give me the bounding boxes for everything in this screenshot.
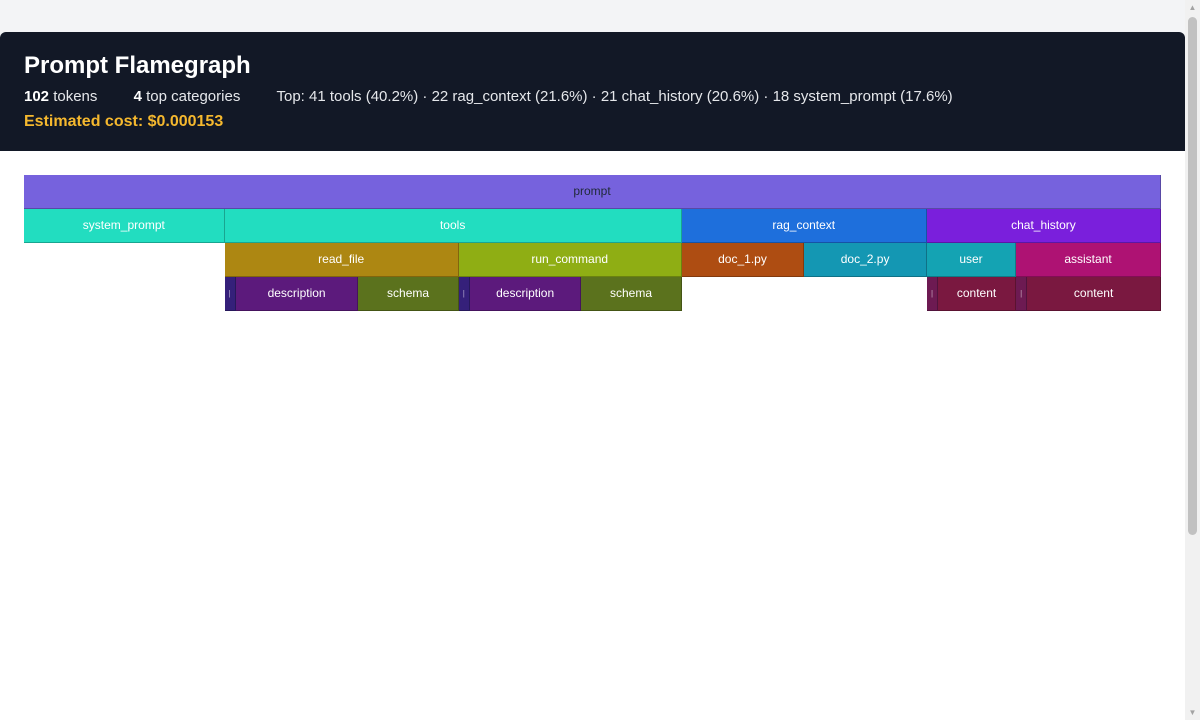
flame-frame-description[interactable]: description <box>235 277 359 311</box>
summary-header: Prompt Flamegraph 102 tokens 4 top categ… <box>0 32 1185 151</box>
estimated-cost: Estimated cost: $0.000153 <box>24 113 224 130</box>
flame-frame-run-command[interactable]: run_command <box>458 243 682 277</box>
flame-frame-schema[interactable]: schema <box>581 277 682 311</box>
flame-frame-read-file[interactable]: read_file <box>224 243 459 277</box>
flame-frame-doc-1-py[interactable]: doc_1.py <box>681 243 805 277</box>
flame-frame-overhead[interactable]: | <box>1016 277 1028 311</box>
scroll-down-icon[interactable]: ▼ <box>1185 705 1200 720</box>
flame-frame-schema[interactable]: schema <box>358 277 459 311</box>
flame-frame-content[interactable]: content <box>938 277 1017 311</box>
flamegraph: prompt system_prompt tools read_file | descri… <box>24 175 1161 311</box>
flame-frame-assistant[interactable]: assistant <box>1016 243 1161 277</box>
flame-frame-content[interactable]: content <box>1027 277 1161 311</box>
flame-frame-system-prompt[interactable]: system_prompt <box>24 209 225 243</box>
flamegraph-canvas: prompt system_prompt tools read_file | descri… <box>0 151 1185 720</box>
page: Prompt Flamegraph 102 tokens 4 top categ… <box>0 0 1185 720</box>
page-title: Prompt Flamegraph <box>24 52 251 79</box>
token-count-label: tokens <box>53 88 98 105</box>
flame-frame-prompt[interactable]: prompt <box>24 175 1161 209</box>
vertical-scrollbar[interactable]: ▲ ▼ <box>1185 0 1200 720</box>
flame-frame-rag-context[interactable]: rag_context <box>681 209 927 243</box>
category-count-label: top categories <box>146 88 241 105</box>
flame-frame-user[interactable]: user <box>926 243 1017 277</box>
flame-frame-overhead[interactable]: | <box>458 277 470 311</box>
flame-frame-overhead[interactable]: | <box>926 277 939 311</box>
top-categories-summary: Top: 41 tools (40.2%) · 22 rag_context (… <box>276 88 953 105</box>
flame-frame-description[interactable]: description <box>469 277 582 311</box>
scroll-up-icon[interactable]: ▲ <box>1185 0 1200 15</box>
scrollbar-thumb[interactable] <box>1188 17 1197 535</box>
category-count-value: 4 <box>133 88 142 105</box>
flame-frame-tools[interactable]: tools <box>224 209 682 243</box>
flame-frame-overhead[interactable]: | <box>224 277 236 311</box>
token-count-value: 102 <box>24 88 50 105</box>
category-count: 4 top categories <box>134 87 241 107</box>
flame-frame-chat-history[interactable]: chat_history <box>926 209 1161 243</box>
token-count: 102 tokens <box>24 87 97 107</box>
stats-line: 102 tokens 4 top categories Top: 41 tool… <box>24 87 1161 107</box>
flame-frame-doc-2-py[interactable]: doc_2.py <box>804 243 927 277</box>
